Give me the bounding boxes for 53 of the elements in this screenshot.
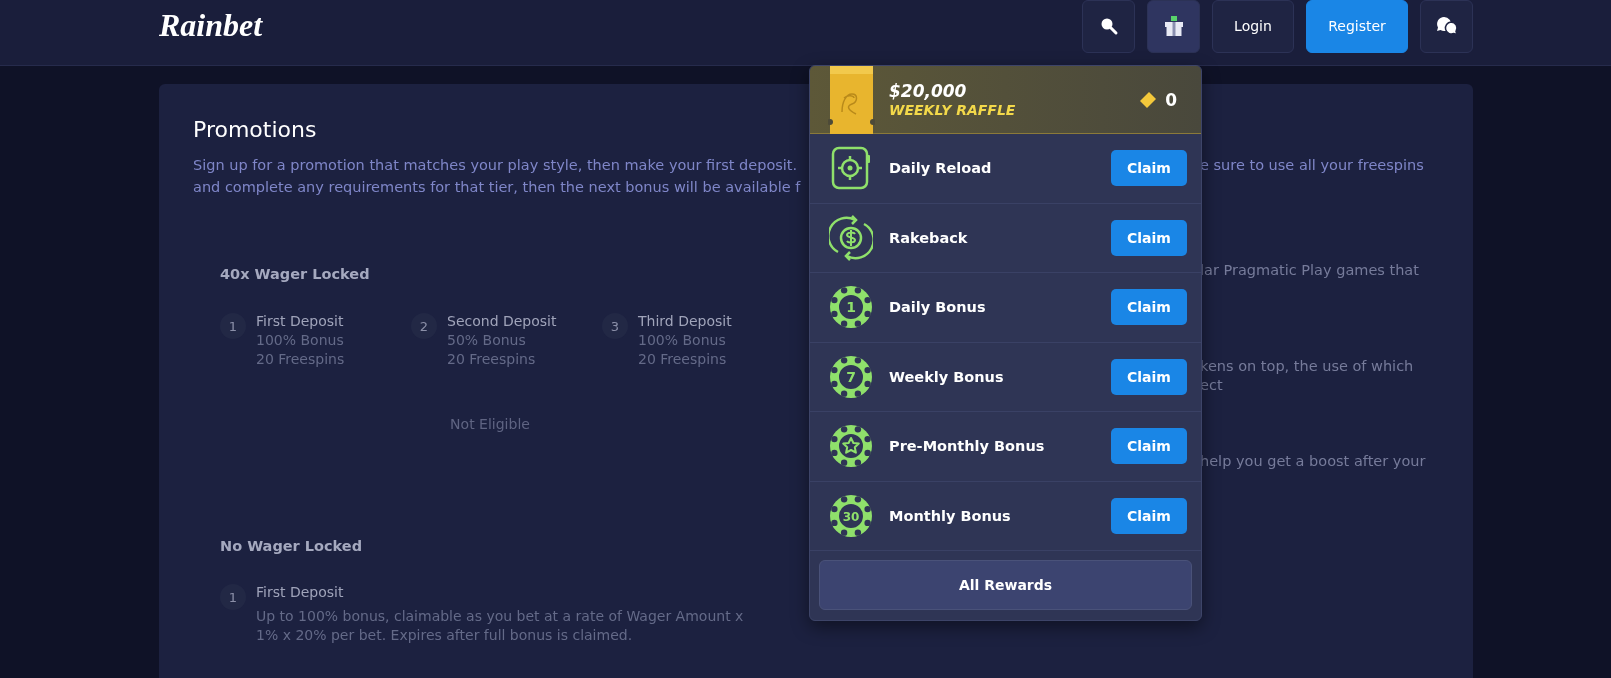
page-title: Promotions: [193, 116, 318, 144]
step-title: Second Deposit: [447, 312, 557, 331]
status-text: Not Eligible: [449, 415, 531, 434]
raffle-amount: $20,000: [889, 80, 968, 101]
reward-name: Weekly Bonus: [889, 368, 1004, 385]
poker-chip-icon: 30: [829, 493, 873, 538]
ticket-icon: [828, 66, 875, 134]
ticket-count: 0: [1165, 89, 1177, 110]
reward-name: Monthly Bonus: [889, 507, 1011, 524]
star-chip-icon: [829, 424, 873, 469]
logo[interactable]: Rainbet: [159, 7, 263, 44]
poker-chip-icon: 7: [829, 354, 873, 399]
register-button[interactable]: Register: [1306, 0, 1408, 53]
step-detail: 50% Bonus: [447, 331, 527, 350]
reward-name: Daily Reload: [889, 160, 992, 177]
raffle-banner[interactable]: $20,000 WEEKLY RAFFLE 0: [810, 66, 1201, 134]
claim-button[interactable]: Claim: [1111, 358, 1187, 395]
crosshair-icon: [829, 145, 873, 192]
claim-button[interactable]: Claim: [1111, 150, 1187, 187]
step-detail: 20 Freespins: [638, 350, 728, 369]
login-button[interactable]: Login: [1212, 0, 1294, 53]
all-rewards-button[interactable]: All Rewards: [819, 560, 1192, 610]
step-number: 2: [411, 313, 437, 339]
reward-name: Rakeback: [889, 229, 968, 246]
step-title: First Deposit: [256, 312, 345, 331]
intro-text: and complete any requirements for that tier, then the next bonus will be available f: [193, 178, 801, 197]
section-title: No Wager Locked: [220, 537, 364, 556]
chat-icon: [1434, 15, 1459, 37]
intro-text: Sign up for a promotion that matches your play style, then make your first deposit.: [193, 156, 798, 175]
claim-button[interactable]: Claim: [1111, 428, 1187, 465]
rewards-button[interactable]: [1147, 0, 1200, 53]
claim-button[interactable]: Claim: [1111, 219, 1187, 256]
claim-button[interactable]: Claim: [1111, 289, 1187, 326]
reward-name: Daily Bonus: [889, 299, 986, 316]
dollar-cycle-icon: [829, 213, 873, 262]
ticket-icon: [1139, 90, 1158, 109]
step-number: 1: [220, 584, 246, 610]
step-title: First Deposit: [256, 583, 345, 602]
reward-name: Pre-Monthly Bonus: [889, 438, 1045, 455]
section-title: 40x Wager Locked: [220, 265, 371, 284]
step-detail: 100% Bonus: [256, 331, 345, 350]
step-detail: 20 Freespins: [256, 350, 345, 369]
claim-button[interactable]: Claim: [1111, 497, 1187, 534]
raffle-label: WEEKLY RAFFLE: [889, 100, 1016, 119]
step-title: Third Deposit: [638, 312, 732, 331]
search-button[interactable]: [1082, 0, 1135, 53]
poker-chip-icon: 1: [829, 285, 873, 330]
step-detail: 20 Freespins: [447, 350, 537, 369]
step-detail: Up to 100% bonus, claimable as you bet at a rate of Wager Amount x 1% x 20% per bet. Expires after full bonus is claimed.: [256, 607, 745, 645]
chat-button[interactable]: [1420, 0, 1473, 53]
step-number: 1: [220, 313, 246, 339]
step-number: 3: [602, 313, 628, 339]
step-detail: 100% Bonus: [638, 331, 727, 350]
